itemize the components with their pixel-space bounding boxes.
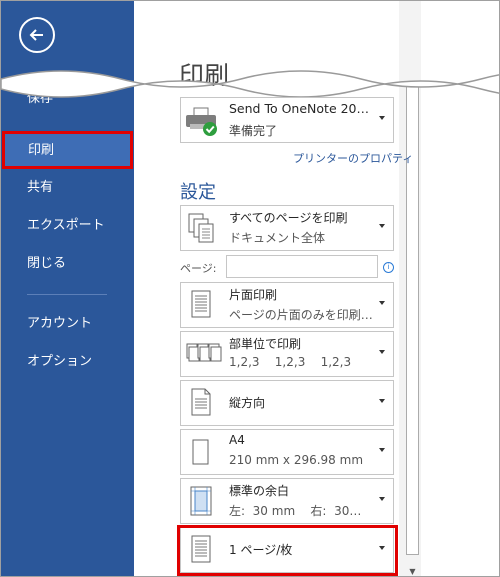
chevron-down-icon xyxy=(379,116,385,120)
printer-icon xyxy=(186,107,217,136)
sidebar-divider xyxy=(27,294,107,295)
sidebar-item-print[interactable]: 印刷 xyxy=(2,131,133,169)
sidebar-item-options[interactable]: オプション xyxy=(1,350,134,374)
settings-heading: 設定 xyxy=(180,182,216,203)
margins-icon xyxy=(190,486,212,516)
margins-subtitle: 左: 30 mm 右: 30… xyxy=(229,504,362,518)
chevron-down-icon xyxy=(379,350,385,354)
pages-label: ページ: xyxy=(180,262,217,275)
orientation-title: 縦方向 xyxy=(229,396,266,410)
chevron-down-icon xyxy=(379,497,385,501)
orientation-dropdown[interactable]: 縦方向 xyxy=(180,380,394,426)
chevron-down-icon xyxy=(379,399,385,403)
margins-dropdown[interactable]: 標準の余白 左: 30 mm 右: 30… xyxy=(180,478,394,524)
margins-title: 標準の余白 xyxy=(229,484,290,498)
collate-icon xyxy=(186,343,222,362)
paper-size-title: A4 xyxy=(229,433,245,447)
portrait-page-icon xyxy=(191,388,211,416)
sides-title: 片面印刷 xyxy=(229,288,278,302)
sides-dropdown[interactable]: 片面印刷 ページの片面のみを印刷… xyxy=(180,282,394,328)
backstage-window: 新規 保存 印刷 共有 エクスポート 閉じる アカウント オプション 印刷 ▼ … xyxy=(0,0,500,577)
print-range-title: すべてのページを印刷 xyxy=(229,211,348,225)
highlight-box xyxy=(177,525,398,576)
scroll-down-icon[interactable]: ▼ xyxy=(406,565,419,576)
collate-dropdown[interactable]: 部単位で印刷 1,2,3 1,2,3 1,2,3 xyxy=(180,331,394,377)
collate-subtitle: 1,2,3 1,2,3 1,2,3 xyxy=(229,355,352,369)
printer-status: 準備完了 xyxy=(229,124,278,138)
print-range-dropdown[interactable]: すべてのページを印刷 ドキュメント全体 xyxy=(180,205,394,251)
printer-dropdown[interactable]: Send To OneNote 20… 準備完了 xyxy=(180,97,394,143)
chevron-down-icon xyxy=(379,448,385,452)
chevron-down-icon xyxy=(379,301,385,305)
print-range-subtitle: ドキュメント全体 xyxy=(229,231,326,245)
printer-name: Send To OneNote 20… xyxy=(229,101,370,116)
chevron-down-icon xyxy=(379,224,385,228)
collate-title: 部単位で印刷 xyxy=(229,337,302,351)
pages-input[interactable] xyxy=(226,255,378,278)
paper-size-dropdown[interactable]: A4 210 mm x 296.98 mm xyxy=(180,429,394,475)
sidebar-item-close[interactable]: 閉じる xyxy=(1,252,134,276)
sidebar-item-account[interactable]: アカウント xyxy=(1,312,134,336)
paper-size-subtitle: 210 mm x 296.98 mm xyxy=(229,453,364,467)
back-button[interactable] xyxy=(19,17,55,53)
paper-size-icon xyxy=(192,439,209,465)
pages-stack-icon xyxy=(188,213,214,243)
single-page-icon xyxy=(191,290,211,318)
info-icon[interactable]: i xyxy=(383,262,394,273)
printer-properties-link[interactable]: プリンターのプロパティ xyxy=(293,150,413,166)
sidebar-item-share[interactable]: 共有 xyxy=(1,176,134,200)
sides-subtitle: ページの片面のみを印刷… xyxy=(229,308,373,322)
sidebar-item-export[interactable]: エクスポート xyxy=(1,214,134,238)
back-arrow-icon xyxy=(29,29,43,41)
